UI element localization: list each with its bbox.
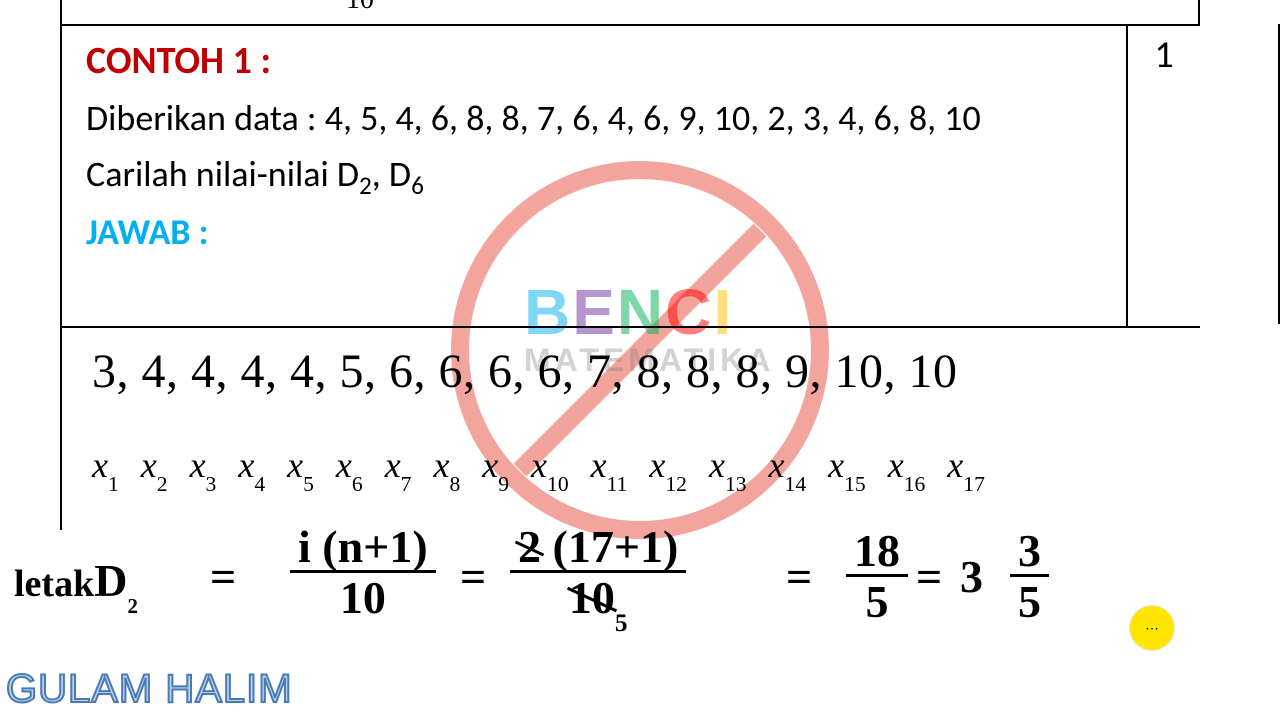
hw-equals-2: =: [460, 550, 486, 603]
given-label: Diberikan data :: [86, 96, 317, 140]
x-label: x10: [531, 444, 569, 491]
previous-row-fragment: 10: [60, 0, 1200, 26]
x-label: x2: [141, 444, 168, 491]
example-heading: CONTOH 1 :: [86, 38, 271, 84]
example-box: CONTOH 1 : Diberikan data : 4, 5, 4, 6, …: [60, 24, 1200, 328]
x-label: x4: [238, 444, 265, 491]
hw-equals-3: =: [786, 550, 812, 603]
hw-mixed-frac: 3 5: [1010, 528, 1049, 628]
page-number: 1: [1126, 26, 1200, 326]
answer-label: JAWAB :: [86, 210, 209, 254]
hw-substituted-frac: 2 (17+1) 105: [510, 524, 686, 630]
sorted-data: 3, 4, 4, 4, 4, 5, 6, 6, 6, 6, 7, 8, 8, 8…: [92, 344, 958, 399]
hw-equals-1: =: [210, 550, 236, 603]
pointer-highlight-icon: ⋯: [1130, 606, 1174, 650]
hw-letak: letakD2: [14, 554, 138, 611]
x-label: x9: [482, 444, 509, 491]
x-label: x16: [888, 444, 926, 491]
x-label: x15: [828, 444, 866, 491]
fragment-text: 10: [346, 0, 374, 16]
x-label: x1: [92, 444, 119, 491]
page-number-border: [1206, 24, 1280, 324]
hw-formula-frac: i (n+1) 10: [290, 524, 436, 624]
hw-whole: 3: [960, 550, 983, 603]
left-border-extension: [60, 324, 62, 530]
handwritten-work: letakD2 = i (n+1) 10 = 2 (17+1) 105 = 18…: [10, 522, 1160, 662]
x-label: x11: [591, 444, 628, 491]
x-label: x17: [947, 444, 985, 491]
data-values: 4, 5, 4, 6, 8, 8, 7, 6, 4, 6, 9, 10, 2, …: [325, 96, 981, 140]
task-line: Carilah nilai-nilai D2, D6: [86, 152, 424, 196]
hw-simplified-frac: 18 5: [846, 528, 908, 628]
x-label: x8: [433, 444, 460, 491]
x-label: x7: [385, 444, 412, 491]
hw-equals-4: =: [916, 550, 942, 603]
x-label: x3: [190, 444, 217, 491]
slide-page: 10 BENCI MATEMATIKA CONTOH 1 : Diberikan…: [0, 0, 1280, 720]
x-label: x5: [287, 444, 314, 491]
author-watermark: GULAM HALIM: [6, 667, 293, 712]
x-label: x12: [649, 444, 687, 491]
x-label: x14: [769, 444, 807, 491]
x-position-labels: x1 x2 x3 x4 x5 x6 x7 x8 x9 x10 x11 x12 x…: [92, 444, 985, 491]
x-label: x6: [336, 444, 363, 491]
x-label: x13: [709, 444, 747, 491]
example-content: CONTOH 1 : Diberikan data : 4, 5, 4, 6, …: [62, 26, 1126, 326]
